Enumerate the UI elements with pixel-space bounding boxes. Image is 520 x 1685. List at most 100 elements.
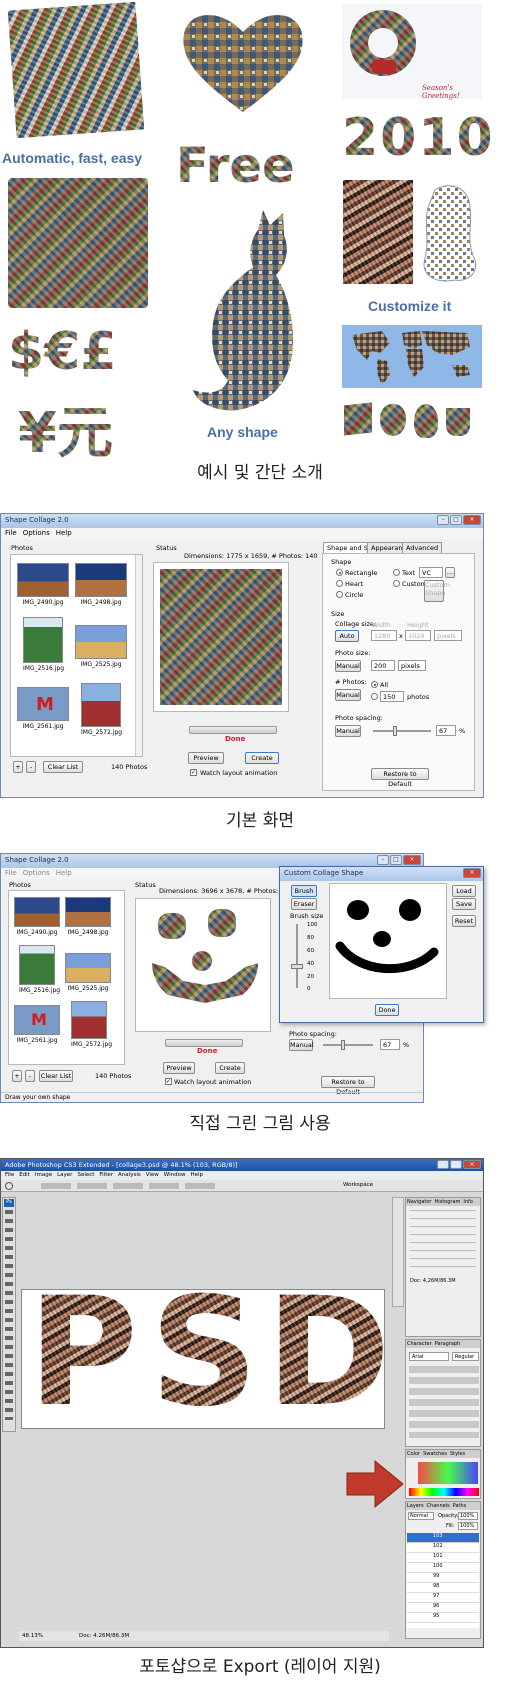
preview-button[interactable]: Preview bbox=[163, 1062, 195, 1074]
create-button[interactable]: Create bbox=[245, 752, 279, 764]
spacing-slider-thumb[interactable] bbox=[341, 1040, 345, 1050]
font-picker-button[interactable]: … bbox=[445, 567, 455, 578]
tab-histogram[interactable]: Histogram bbox=[434, 1199, 460, 1205]
photo-size-manual-button[interactable]: Manual bbox=[335, 660, 361, 672]
photo-thumb[interactable]: IMG_2572.jpg bbox=[71, 1001, 112, 1048]
zoom-tool-icon[interactable] bbox=[5, 1182, 13, 1190]
photo-thumb[interactable]: IMG_2572.jpg bbox=[81, 683, 122, 736]
spacing-slider-track[interactable] bbox=[323, 1044, 373, 1046]
menu-options[interactable]: Options bbox=[23, 529, 50, 538]
radio-rectangle[interactable] bbox=[336, 569, 343, 576]
photo-thumb[interactable]: IMG_2490.jpg bbox=[14, 897, 60, 936]
photo-count-input[interactable]: 150 bbox=[380, 691, 404, 702]
menu-file[interactable]: File bbox=[5, 529, 17, 538]
dialog-done-button[interactable]: Done bbox=[375, 1004, 399, 1016]
photo-thumb[interactable]: M IMG_2561.jpg bbox=[14, 1005, 60, 1044]
radio-text[interactable] bbox=[393, 569, 400, 576]
add-photo-button[interactable]: + bbox=[13, 761, 23, 773]
watch-animation-checkbox[interactable]: ✓ bbox=[190, 769, 197, 776]
add-photo-button[interactable]: + bbox=[12, 1070, 22, 1082]
create-button[interactable]: Create bbox=[215, 1062, 245, 1074]
tab-character[interactable]: Character bbox=[407, 1341, 432, 1347]
radio-circle[interactable] bbox=[336, 591, 343, 598]
ps-close-button[interactable]: × bbox=[463, 1160, 481, 1169]
photos-list[interactable]: IMG_2490.jpg IMG_2498.jpg IMG_2516.jpg I… bbox=[8, 890, 125, 1065]
close-button[interactable]: × bbox=[403, 855, 421, 865]
char-controls[interactable] bbox=[409, 1366, 479, 1438]
minimize-button[interactable]: – bbox=[377, 855, 389, 865]
layer-row[interactable]: 102 bbox=[407, 1543, 479, 1553]
brush-size-slider[interactable]: 100 80 60 40 20 0 bbox=[291, 922, 321, 992]
size-unit-select[interactable]: pixels bbox=[434, 630, 462, 641]
tab-info[interactable]: Info bbox=[463, 1199, 472, 1205]
brush-button[interactable]: Brush bbox=[291, 885, 317, 897]
save-shape-button[interactable]: Save bbox=[452, 898, 476, 910]
tab-swatches[interactable]: Swatches bbox=[423, 1451, 447, 1457]
spacing-input[interactable]: 67 bbox=[380, 1039, 400, 1050]
layer-row[interactable]: 99 bbox=[407, 1573, 479, 1583]
num-photos-manual-button[interactable]: Manual bbox=[335, 689, 361, 701]
tab-styles[interactable]: Styles bbox=[450, 1451, 465, 1457]
photo-thumb[interactable]: IMG_2525.jpg bbox=[75, 625, 127, 668]
radio-photo-count[interactable] bbox=[371, 693, 378, 700]
drawing-canvas[interactable] bbox=[329, 883, 447, 999]
radio-custom[interactable] bbox=[393, 580, 400, 587]
photo-size-input[interactable]: 200 bbox=[371, 660, 395, 671]
tool-icons[interactable] bbox=[5, 1210, 13, 1420]
ps-menu-analysis[interactable]: Analysis bbox=[118, 1172, 141, 1179]
minimize-button[interactable]: – bbox=[437, 515, 449, 525]
text-shape-input[interactable]: VC bbox=[419, 567, 443, 578]
brush-slider-track[interactable] bbox=[296, 924, 298, 988]
remove-photo-button[interactable]: - bbox=[26, 761, 36, 773]
spacing-slider-thumb[interactable] bbox=[393, 726, 397, 736]
tab-channels[interactable]: Channels bbox=[427, 1503, 450, 1509]
clear-list-button[interactable]: Clear List bbox=[39, 1070, 73, 1082]
photo-thumb[interactable]: IMG_2498.jpg bbox=[65, 897, 111, 936]
workspace-menu[interactable]: Workspace bbox=[343, 1182, 373, 1188]
color-sliders[interactable] bbox=[418, 1462, 478, 1484]
layer-row[interactable]: 101 bbox=[407, 1553, 479, 1563]
layer-row[interactable]: 97 bbox=[407, 1593, 479, 1603]
fill-input[interactable]: 100% bbox=[458, 1522, 478, 1530]
custom-shape-button[interactable]: Custom Shape bbox=[424, 580, 450, 602]
color-spectrum[interactable] bbox=[409, 1488, 479, 1496]
menu-help[interactable]: Help bbox=[56, 869, 72, 878]
photos-scrollbar[interactable] bbox=[135, 555, 142, 756]
ps-menu-layer[interactable]: Layer bbox=[57, 1172, 72, 1179]
menu-help[interactable]: Help bbox=[56, 529, 72, 538]
height-input[interactable]: 1024 bbox=[405, 630, 431, 641]
tab-layers[interactable]: Layers bbox=[407, 1503, 424, 1509]
ps-menu-file[interactable]: File bbox=[5, 1172, 14, 1179]
layer-row[interactable]: 103 bbox=[407, 1533, 479, 1543]
remove-photo-button[interactable]: - bbox=[25, 1070, 35, 1082]
reset-button[interactable]: Reset bbox=[452, 915, 476, 927]
tab-paths[interactable]: Paths bbox=[453, 1503, 467, 1509]
photo-size-unit-select[interactable]: pixels bbox=[398, 660, 426, 671]
maximize-button[interactable]: □ bbox=[450, 515, 462, 525]
tab-advanced[interactable]: Advanced bbox=[402, 542, 443, 553]
photo-thumb[interactable]: IMG_2516.jpg bbox=[23, 617, 64, 672]
layer-row[interactable]: 95 bbox=[407, 1613, 479, 1623]
watch-animation-checkbox[interactable]: ✓ bbox=[165, 1078, 172, 1085]
tab-navigator[interactable]: Navigator bbox=[407, 1199, 431, 1205]
width-input[interactable]: 1280 bbox=[371, 630, 397, 641]
opacity-input[interactable]: 100% bbox=[458, 1512, 478, 1520]
layer-row[interactable]: 100 bbox=[407, 1563, 479, 1573]
font-style-select[interactable]: Regular bbox=[452, 1352, 479, 1361]
brush-slider-thumb[interactable] bbox=[291, 964, 303, 969]
auto-size-button[interactable]: Auto bbox=[335, 630, 359, 642]
layer-row[interactable]: 96 bbox=[407, 1603, 479, 1613]
maximize-button[interactable]: □ bbox=[390, 855, 402, 865]
ps-menu-view[interactable]: View bbox=[146, 1172, 159, 1179]
photo-thumb[interactable]: M IMG_2561.jpg bbox=[17, 687, 69, 730]
photo-thumb[interactable]: IMG_2525.jpg bbox=[65, 953, 111, 992]
ps-options-controls[interactable] bbox=[41, 1183, 221, 1189]
ps-menu-edit[interactable]: Edit bbox=[19, 1172, 30, 1179]
ps-menu-select[interactable]: Select bbox=[77, 1172, 94, 1179]
tab-color[interactable]: Color bbox=[407, 1451, 420, 1457]
menu-options[interactable]: Options bbox=[23, 869, 50, 878]
spacing-input[interactable]: 67 bbox=[436, 725, 456, 736]
ps-menu-filter[interactable]: Filter bbox=[99, 1172, 113, 1179]
photos-list[interactable]: IMG_2490.jpg IMG_2498.jpg IMG_2516.jpg I… bbox=[10, 554, 143, 757]
ps-menu-help[interactable]: Help bbox=[190, 1172, 203, 1179]
